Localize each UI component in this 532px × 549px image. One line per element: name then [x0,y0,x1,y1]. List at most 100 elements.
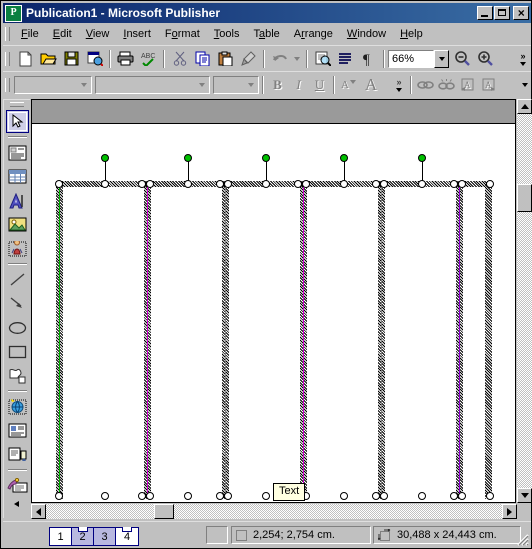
zoom-dropdown-button[interactable] [434,49,449,68]
minimize-button[interactable] [477,6,493,20]
print-preview-icon[interactable] [311,48,334,70]
horizontal-scrollbar[interactable] [31,504,517,519]
format-painter-icon[interactable] [237,48,260,70]
rectangle-tool[interactable] [6,340,29,363]
resize-grip-icon[interactable] [515,532,529,546]
selection-handle[interactable] [146,492,154,500]
show-special-characters-icon[interactable] [334,48,357,70]
menu-format[interactable]: Format [158,26,207,42]
show-formatting-marks-icon[interactable]: ¶ [357,48,380,70]
horizontal-scroll-track[interactable] [46,504,502,519]
grow-font-button[interactable]: A [359,74,383,95]
selection-handle[interactable] [55,180,63,188]
selection-handle[interactable] [380,180,388,188]
page-tab-1[interactable]: 1 [50,528,72,545]
bold-button[interactable]: B [267,74,288,95]
selection-handle[interactable] [184,492,192,500]
selection-handle[interactable] [184,180,192,188]
horizontal-scroll-thumb[interactable] [154,504,174,519]
zoom-in-icon[interactable] [474,48,497,70]
menu-insert[interactable]: Insert [116,26,158,42]
scroll-right-arrow[interactable] [502,504,517,519]
zoom-input[interactable]: 66% [388,49,434,68]
text-frame-top-border[interactable] [222,181,300,187]
hot-spot-tool[interactable] [6,395,29,418]
vertical-scroll-track[interactable] [517,114,532,488]
page-tab-4[interactable]: 4 [116,527,138,545]
save-icon[interactable] [60,48,83,70]
rotation-handle[interactable] [340,154,348,162]
rotate-left-icon[interactable]: A [457,74,478,95]
italic-button[interactable]: I [288,74,309,95]
selection-handle[interactable] [380,492,388,500]
selection-handle[interactable] [418,180,426,188]
page-navigation[interactable]: 1 2 3 4 [49,527,139,546]
rotation-handle[interactable] [418,154,426,162]
text-frame-top-border[interactable] [56,181,144,187]
text-frame-tool[interactable] [6,141,29,164]
menu-view[interactable]: View [79,26,117,42]
selection-handle[interactable] [486,492,494,500]
selection-handle[interactable] [450,180,458,188]
standard-toolbar-overflow-icon[interactable]: » [515,48,531,70]
close-button[interactable] [513,6,529,20]
scroll-up-arrow[interactable] [517,99,532,114]
open-icon[interactable] [37,48,60,70]
rotation-handle[interactable] [184,154,192,162]
selection-handle[interactable] [55,492,63,500]
arrow-tool[interactable] [6,292,29,315]
selection-handle[interactable] [294,180,302,188]
selection-handle[interactable] [418,492,426,500]
scroll-down-arrow[interactable] [517,488,532,503]
undo-dropdown-icon[interactable] [291,48,303,70]
underline-button[interactable]: U [309,74,330,95]
vertical-scroll-thumb[interactable] [517,184,532,212]
formatting-toolbar-more-icon[interactable] [519,74,531,95]
zoom-out-icon[interactable] [451,48,474,70]
menu-file[interactable]: File [14,26,46,42]
oval-tool[interactable] [6,316,29,339]
text-frame-top-border[interactable] [378,181,456,187]
table-frame-tool[interactable] [6,165,29,188]
scroll-left-arrow[interactable] [31,504,46,519]
menu-tools[interactable]: Tools [207,26,247,42]
page-wizard-tool[interactable] [6,443,29,466]
document-canvas[interactable]: Text [31,99,516,503]
page-tab-2[interactable]: 2 [72,527,94,545]
menu-drag-grip[interactable] [5,27,10,41]
font-combo[interactable] [95,75,210,94]
copy-icon[interactable] [191,48,214,70]
selection-handle[interactable] [101,180,109,188]
objects-toolbar-grip[interactable] [10,102,24,107]
cut-icon[interactable] [168,48,191,70]
vertical-scrollbar[interactable] [517,99,532,503]
selection-handle[interactable] [101,492,109,500]
selection-handle[interactable] [146,180,154,188]
selection-handle[interactable] [262,492,270,500]
selection-handle[interactable] [340,180,348,188]
picture-frame-tool[interactable] [6,213,29,236]
wordart-frame-tool[interactable] [6,189,29,212]
selection-handle[interactable] [216,180,224,188]
selection-handle[interactable] [340,492,348,500]
selection-handle[interactable] [138,180,146,188]
selection-handle[interactable] [450,492,458,500]
style-combo[interactable] [14,75,92,94]
text-frame-top-border[interactable] [144,181,222,187]
wizard-tool[interactable] [6,474,29,497]
standard-toolbar-grip[interactable] [5,51,10,66]
font-size-combo[interactable] [213,75,259,94]
menu-help[interactable]: Help [393,26,430,42]
new-icon[interactable] [14,48,37,70]
selection-handle[interactable] [224,492,232,500]
paste-icon[interactable] [214,48,237,70]
selection-handle[interactable] [138,492,146,500]
custom-shapes-tool[interactable] [6,364,29,387]
menu-table[interactable]: Table [246,26,286,42]
unlink-icon[interactable] [436,74,457,95]
print-icon[interactable] [114,48,137,70]
shrink-font-button[interactable]: A [338,74,359,95]
selection-handle[interactable] [458,180,466,188]
rotation-handle[interactable] [101,154,109,162]
selection-handle[interactable] [372,180,380,188]
